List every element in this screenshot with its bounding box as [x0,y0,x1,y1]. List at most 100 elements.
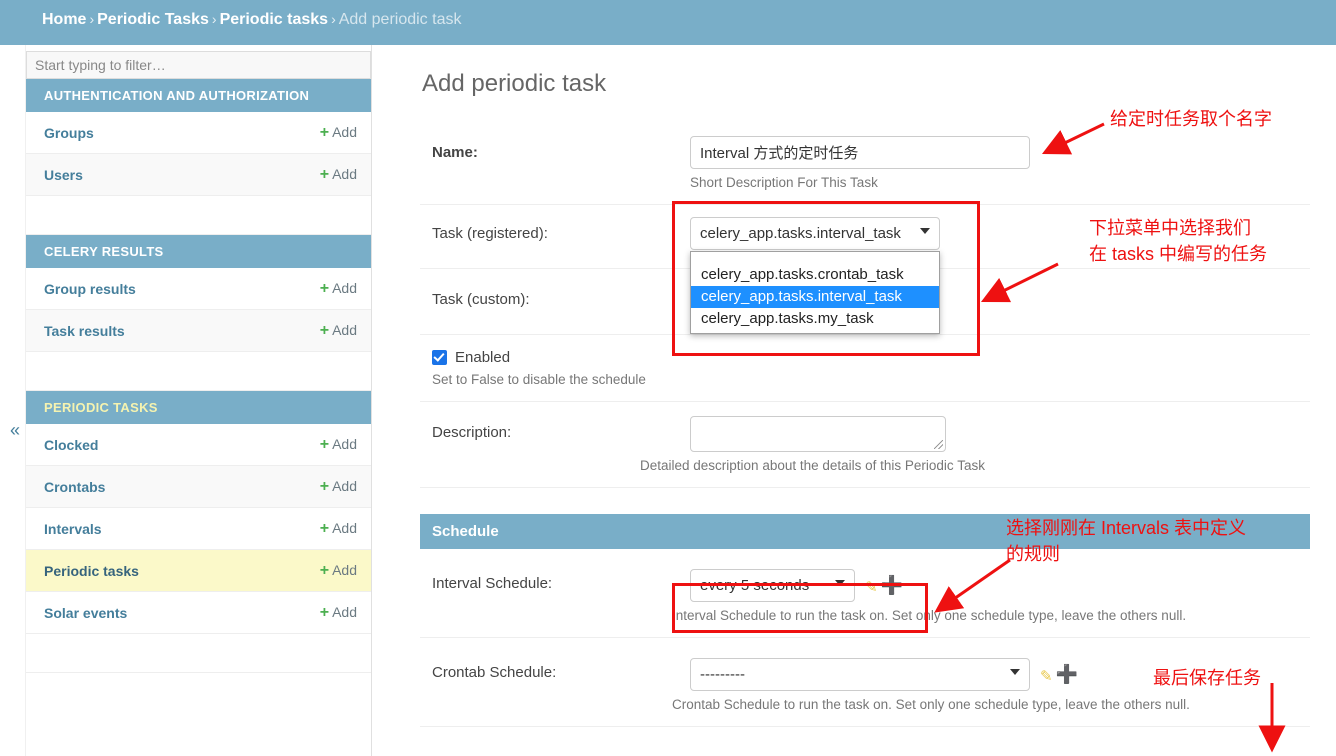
breadcrumb-separator: › [89,11,95,27]
breadcrumb-item-periodic-tasks[interactable]: Periodic tasks [220,11,329,28]
plus-icon: + [319,435,330,453]
sidebar-app-header-auth[interactable]: AUTHENTICATION AND AUTHORIZATION [26,79,371,112]
breadcrumb: Home › Periodic Tasks › Periodic tasks › Add p… [42,11,461,29]
enabled-checkbox-row[interactable]: Enabled [432,349,1310,366]
page-root: Home › Periodic Tasks › Periodic tasks › Add p… [0,0,1336,756]
name-label: Name: [432,144,478,161]
crontab-schedule-label: Crontab Schedule: [432,664,557,681]
sidebar-spacer [26,634,371,673]
add-solar-events-link[interactable]: + Add [320,604,357,622]
breadcrumb-separator: › [331,11,336,27]
sidebar-item-label[interactable]: Group results [44,281,136,297]
interval-schedule-help-text: Interval Schedule to run the task on. Se… [672,608,1187,623]
sidebar-app-header-celery-results[interactable]: CELERY RESULTS [26,235,371,268]
plus-icon: + [319,165,330,183]
task-registered-dropdown-list[interactable]: celery_app.tasks.crontab_task celery_app… [690,251,940,334]
sidebar-item-users[interactable]: Users + Add [26,154,371,196]
sidebar-filter-input[interactable] [26,51,371,79]
sidebar-nav: AUTHENTICATION AND AUTHORIZATION Groups … [25,45,372,756]
plus-icon: + [319,561,330,579]
sidebar-spacer [26,196,371,235]
enabled-help-text: Set to False to disable the schedule [432,372,646,387]
sidebar-item-label[interactable]: Clocked [44,437,98,453]
sidebar-spacer [26,352,371,391]
breadcrumb-item-periodic-tasks-app[interactable]: Periodic Tasks [97,11,209,28]
edit-pencil-icon[interactable]: ✎ [865,578,878,596]
task-custom-label: Task (custom): [432,291,530,308]
crontab-schedule-select[interactable]: --------- [690,658,1030,691]
add-users-link[interactable]: + Add [320,166,357,184]
annotation-name-note: 给定时任务取个名字 [1110,109,1272,129]
add-label: Add [332,603,357,620]
annotation-save-note: 最后保存任务 [1153,668,1261,688]
annotation-interval-note: 选择刚刚在 Intervals 表中定义 的规则 [1006,518,1247,564]
add-group-results-link[interactable]: + Add [320,280,357,298]
sidebar-app-celery-results: CELERY RESULTS Group results + Add Task r… [26,235,371,391]
annotation-task-note: 下拉菜单中选择我们 在 tasks 中编写的任务 [1089,218,1268,264]
sidebar-item-label[interactable]: Intervals [44,521,102,537]
add-intervals-link[interactable]: + Add [320,520,357,538]
task-registered-select-wrap[interactable]: celery_app.tasks.interval_task celery_ap… [690,217,940,334]
dropdown-option-my-task[interactable]: celery_app.tasks.my_task [691,308,939,330]
add-plus-icon[interactable]: ➕ [1056,664,1078,685]
form-row-enabled: Enabled Set to False to disable the sche… [420,335,1310,402]
enabled-checkbox[interactable] [432,350,447,365]
periodic-task-form: Name: Short Description For This Task Ta… [420,122,1310,727]
edit-pencil-icon[interactable]: ✎ [1040,667,1053,685]
add-crontabs-link[interactable]: + Add [320,478,357,496]
form-row-name: Name: Short Description For This Task [420,122,1310,205]
add-task-results-link[interactable]: + Add [320,322,357,340]
sidebar-item-groups[interactable]: Groups + Add [26,112,371,154]
sidebar-item-periodic-tasks[interactable]: Periodic tasks + Add [26,550,371,592]
sidebar-item-label[interactable]: Users [44,167,83,183]
task-registered-select[interactable]: celery_app.tasks.interval_task [690,217,940,250]
add-label: Add [332,477,357,494]
sidebar-app-periodic-tasks: PERIODIC TASKS Clocked + Add Crontabs + Ad… [26,391,371,673]
add-periodic-tasks-link[interactable]: + Add [320,562,357,580]
plus-icon: + [319,477,330,495]
sidebar-item-group-results[interactable]: Group results + Add [26,268,371,310]
plus-icon: + [319,603,330,621]
site-header: Home › Periodic Tasks › Periodic tasks › Add p… [0,0,1336,45]
enabled-label: Enabled [455,349,511,366]
sidebar-item-crontabs[interactable]: Crontabs + Add [26,466,371,508]
add-label: Add [332,561,357,578]
page-title: Add periodic task [422,70,607,97]
sidebar-app-header-periodic-tasks[interactable]: PERIODIC TASKS [26,391,371,424]
add-label: Add [332,435,357,452]
interval-schedule-label: Interval Schedule: [432,575,553,592]
breadcrumb-item-current: Add periodic task [338,11,462,28]
sidebar-item-label[interactable]: Groups [44,125,94,141]
add-plus-icon[interactable]: ➕ [881,575,903,596]
description-help-text: Detailed description about the details o… [640,458,985,473]
interval-schedule-field-wrap: every 5 seconds ✎ ➕ Interval Schedule to… [672,569,1310,623]
plus-icon: + [319,519,330,537]
sidebar-item-label[interactable]: Solar events [44,605,127,621]
sidebar-item-clocked[interactable]: Clocked + Add [26,424,371,466]
add-groups-link[interactable]: + Add [320,124,357,142]
name-input[interactable] [690,136,1030,169]
breadcrumb-item-home[interactable]: Home [42,11,86,28]
dropdown-option-crontab-task[interactable]: celery_app.tasks.crontab_task [691,264,939,286]
add-clocked-link[interactable]: + Add [320,436,357,454]
sidebar-item-label[interactable]: Periodic tasks [44,563,139,579]
add-label: Add [332,165,357,182]
sidebar-item-label[interactable]: Task results [44,323,125,339]
interval-schedule-select[interactable]: every 5 seconds [690,569,855,602]
name-field-wrap: Short Description For This Task [690,136,1310,190]
sidebar-item-intervals[interactable]: Intervals + Add [26,508,371,550]
sidebar-item-label[interactable]: Crontabs [44,479,105,495]
crontab-schedule-select-wrap[interactable]: --------- [690,658,1030,691]
sidebar-filter-wrap [26,45,371,79]
interval-schedule-select-wrap[interactable]: every 5 seconds [690,569,855,602]
sidebar-item-solar-events[interactable]: Solar events + Add [26,592,371,634]
add-label: Add [332,279,357,296]
dropdown-option-interval-task[interactable]: celery_app.tasks.interval_task [691,286,939,308]
task-registered-label: Task (registered): [432,225,548,242]
description-textarea[interactable] [690,416,946,452]
sidebar-collapse-icon[interactable]: « [5,420,25,440]
sidebar-item-task-results[interactable]: Task results + Add [26,310,371,352]
add-label: Add [332,519,357,536]
add-label: Add [332,123,357,140]
main-content: Add periodic task Name: Short Descriptio… [400,45,1336,756]
